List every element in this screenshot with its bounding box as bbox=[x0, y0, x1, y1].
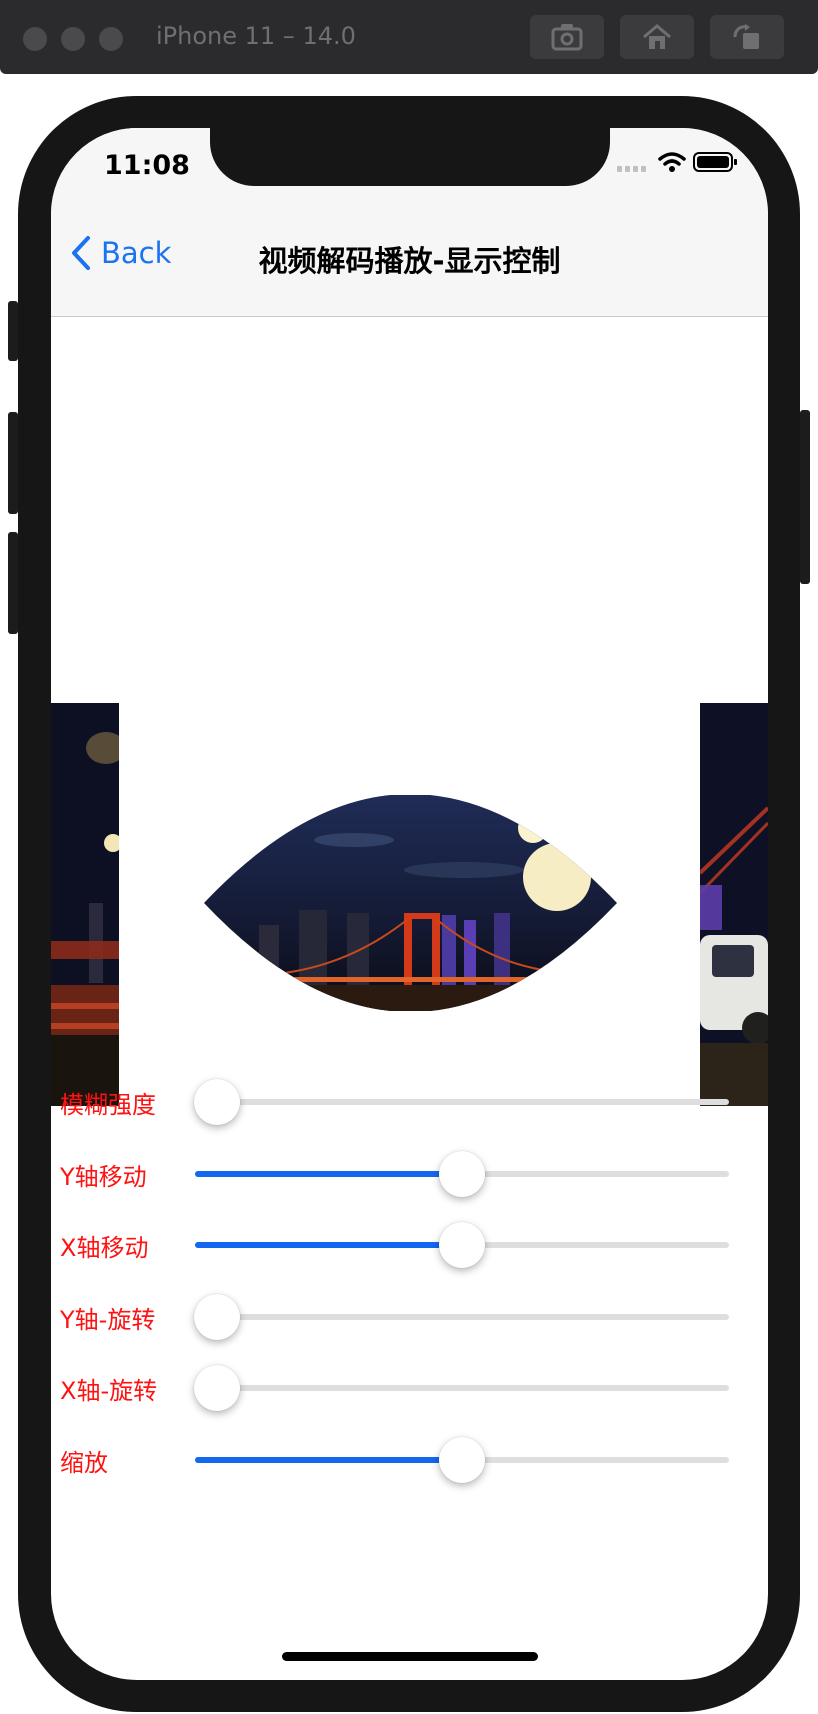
x-axis-move-slider[interactable] bbox=[195, 1222, 729, 1268]
slider-thumb[interactable] bbox=[194, 1365, 240, 1411]
video-frame-right bbox=[700, 703, 768, 1106]
screenshot-icon bbox=[551, 24, 583, 51]
volume-down-button bbox=[8, 532, 18, 634]
battery-icon bbox=[693, 152, 737, 172]
home-icon bbox=[643, 24, 671, 49]
slider-row-x-axis-rotate: X轴-旋转 bbox=[51, 1357, 768, 1417]
slider-row-scale: 缩放 bbox=[51, 1429, 768, 1489]
rotate-button[interactable] bbox=[710, 15, 784, 59]
window-minimize-button[interactable] bbox=[61, 27, 85, 51]
slider-thumb[interactable] bbox=[439, 1222, 485, 1268]
window-zoom-button[interactable] bbox=[99, 27, 123, 51]
wifi-icon bbox=[658, 152, 686, 172]
video-frame-left bbox=[51, 703, 119, 1106]
side-button bbox=[800, 410, 810, 584]
rotate-icon bbox=[733, 24, 759, 49]
video-frame-preview bbox=[204, 795, 617, 1011]
navigation-bar: Back 视频解码播放-显示控制 bbox=[51, 188, 768, 317]
slider-thumb[interactable] bbox=[194, 1294, 240, 1340]
blur-strength-slider[interactable] bbox=[194, 1079, 729, 1125]
volume-up-button bbox=[8, 412, 18, 514]
slider-fill bbox=[195, 1242, 462, 1248]
slider-thumb[interactable] bbox=[439, 1151, 485, 1197]
x-axis-rotate-slider[interactable] bbox=[194, 1365, 729, 1411]
simulator-title: iPhone 11 – 14.0 bbox=[156, 22, 356, 50]
y-axis-rotate-slider[interactable] bbox=[194, 1294, 729, 1340]
home-button[interactable] bbox=[620, 15, 694, 59]
slider-label: 模糊强度 bbox=[60, 1091, 156, 1119]
y-axis-move-slider[interactable] bbox=[195, 1151, 729, 1197]
slider-label: Y轴移动 bbox=[60, 1163, 147, 1191]
slider-row-y-axis-rotate: Y轴-旋转 bbox=[51, 1286, 768, 1346]
mute-switch bbox=[8, 301, 18, 361]
screenshot-button[interactable] bbox=[530, 15, 604, 59]
home-indicator bbox=[282, 1652, 538, 1661]
slider-row-y-axis-move: Y轴移动 bbox=[51, 1143, 768, 1203]
cellular-icon bbox=[617, 166, 646, 172]
notch bbox=[210, 128, 610, 186]
slider-label: Y轴-旋转 bbox=[60, 1306, 156, 1334]
page-title: 视频解码播放-显示控制 bbox=[258, 244, 561, 278]
slider-thumb[interactable] bbox=[194, 1079, 240, 1125]
slider-row-x-axis-move: X轴移动 bbox=[51, 1214, 768, 1274]
status-time: 11:08 bbox=[104, 150, 190, 181]
scale-slider[interactable] bbox=[195, 1437, 729, 1483]
slider-fill bbox=[195, 1457, 462, 1463]
slider-fill bbox=[195, 1171, 462, 1177]
slider-label: X轴-旋转 bbox=[60, 1377, 158, 1405]
slider-label: X轴移动 bbox=[60, 1234, 149, 1262]
window-close-button[interactable] bbox=[23, 27, 47, 51]
slider-row-blur-strength: 模糊强度 bbox=[51, 1071, 768, 1131]
slider-label: 缩放 bbox=[60, 1449, 108, 1477]
simulator-title-bar: iPhone 11 – 14.0 bbox=[0, 0, 818, 74]
slider-thumb[interactable] bbox=[439, 1437, 485, 1483]
device-screen: 11:08 Back 视频解码播放-显示控制 模糊强度 Y轴移动 X轴移动 Y轴… bbox=[51, 128, 768, 1680]
